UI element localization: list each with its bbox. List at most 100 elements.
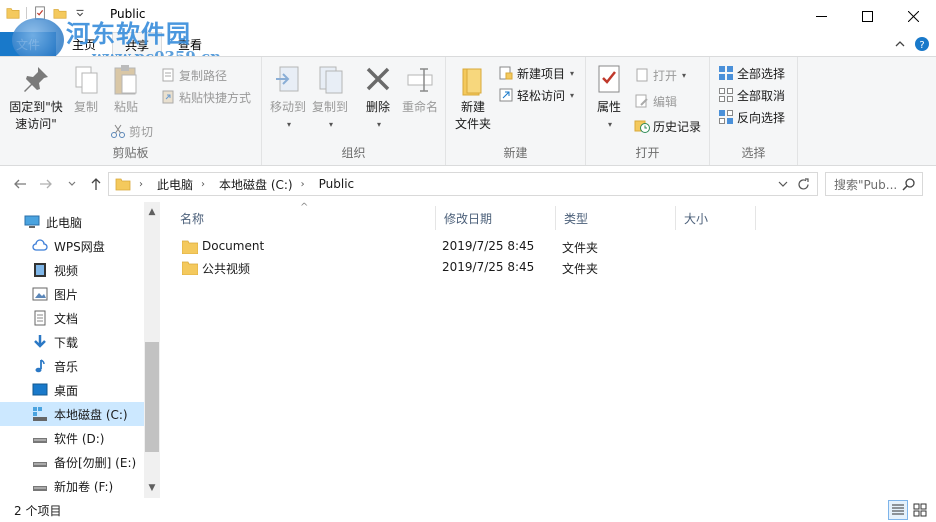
address-row: › 此电脑 › 本地磁盘 (C:) › Public 搜索"Pub...: [0, 166, 936, 202]
pin-icon: [24, 67, 48, 92]
up-button[interactable]: [86, 174, 106, 194]
open-label: 打开: [653, 68, 678, 83]
help-icon[interactable]: ?: [914, 36, 930, 52]
search-icon[interactable]: [902, 177, 916, 191]
file-modified: 2019/7/25 8:45: [442, 260, 535, 274]
history-button[interactable]: 历史记录: [634, 116, 701, 136]
breadcrumb-separator-icon[interactable]: ›: [201, 179, 205, 190]
collapse-ribbon-icon[interactable]: [892, 36, 908, 52]
invert-selection-icon: [719, 110, 733, 124]
copy-to-button[interactable]: 复制到 ▾: [308, 63, 352, 133]
properties-button[interactable]: 属性 ▾: [592, 63, 626, 133]
edit-button[interactable]: 编辑: [634, 91, 677, 111]
nav-item-pictures[interactable]: 图片: [0, 282, 144, 306]
maximize-button[interactable]: [844, 0, 890, 32]
large-icons-view-button[interactable]: [910, 500, 930, 520]
scrollbar-thumb[interactable]: [145, 342, 159, 452]
select-all-icon: [719, 66, 733, 80]
breadcrumb-drive-c[interactable]: 本地磁盘 (C:) ›: [219, 176, 313, 193]
video-icon: [34, 263, 46, 277]
pin-label-1: 固定到"快: [9, 100, 63, 114]
navigation-pane: 此电脑 WPS网盘 视频 图片 文档 下载 音乐 桌面 本地磁盘 (C:) 软件…: [0, 202, 160, 498]
scroll-up-icon[interactable]: ▲: [144, 204, 160, 220]
breadcrumb-separator-icon[interactable]: ›: [139, 179, 143, 190]
ribbon: 固定到"快 速访问" 复制 粘贴 复制路径 粘贴快捷方式 剪切 剪贴板 移动到: [0, 56, 936, 166]
nav-item-music[interactable]: 音乐: [0, 354, 144, 378]
new-folder-icon[interactable]: [53, 6, 67, 20]
column-header-modified[interactable]: 修改日期: [436, 206, 556, 230]
nav-pane-scrollbar[interactable]: ▲ ▼: [144, 202, 160, 498]
delete-button[interactable]: 删除 ▾: [360, 63, 396, 133]
breadcrumb-separator-icon[interactable]: ›: [301, 179, 305, 190]
close-button[interactable]: [890, 0, 936, 32]
column-header-type[interactable]: 类型: [556, 206, 676, 230]
tab-share[interactable]: 共享: [112, 32, 163, 56]
properties-icon: [598, 65, 620, 93]
address-bar[interactable]: › 此电脑 › 本地磁盘 (C:) › Public: [108, 172, 818, 196]
search-placeholder: 搜索"Pub...: [834, 177, 898, 192]
edit-label: 编辑: [653, 94, 678, 109]
paste-shortcut-button[interactable]: 粘贴快捷方式: [160, 87, 251, 107]
pin-to-quick-access-button[interactable]: 固定到"快 速访问": [6, 63, 66, 133]
new-folder-button[interactable]: 新建 文件夹: [452, 63, 494, 133]
refresh-button[interactable]: [792, 174, 814, 194]
copy-button[interactable]: 复制: [68, 63, 104, 116]
move-to-button[interactable]: 移动到 ▾: [266, 63, 310, 133]
details-view-button[interactable]: [888, 500, 908, 520]
search-input[interactable]: 搜索"Pub...: [825, 172, 923, 196]
paste-button[interactable]: 粘贴: [108, 63, 144, 116]
clipboard-group: 固定到"快 速访问" 复制 粘贴 复制路径 粘贴快捷方式 剪切 剪贴板: [0, 57, 262, 165]
file-type: 文件夹: [562, 241, 599, 255]
move-to-label: 移动到: [269, 100, 306, 114]
select-all-button[interactable]: 全部选择: [718, 63, 785, 83]
cut-button[interactable]: 剪切: [110, 121, 153, 141]
drive-icon: [33, 486, 47, 491]
select-none-button[interactable]: 全部取消: [718, 85, 785, 105]
nav-item-drive-e[interactable]: 备份[勿删] (E:): [0, 450, 144, 474]
chevron-down-icon: [778, 181, 788, 187]
nav-item-this-pc[interactable]: 此电脑: [0, 210, 144, 234]
column-header-name[interactable]: 名称: [172, 206, 436, 230]
invert-selection-button[interactable]: 反向选择: [718, 107, 785, 127]
nav-item-documents[interactable]: 文档: [0, 306, 144, 330]
customize-qat-icon[interactable]: [73, 6, 87, 20]
easy-access-button[interactable]: 轻松访问 ▾: [498, 85, 574, 105]
tab-home[interactable]: 主页: [60, 32, 108, 56]
edit-icon: [635, 94, 648, 108]
nav-item-drive-d[interactable]: 软件 (D:): [0, 426, 144, 450]
scroll-down-icon[interactable]: ▼: [144, 480, 160, 496]
folder-icon: [6, 8, 20, 19]
rename-button[interactable]: 重命名: [398, 63, 442, 116]
forward-button[interactable]: [36, 174, 56, 194]
minimize-button[interactable]: [798, 0, 844, 32]
svg-text:?: ?: [919, 40, 924, 51]
copy-path-button[interactable]: 复制路径: [160, 65, 227, 85]
tab-file[interactable]: 文件: [0, 32, 56, 56]
paste-label: 粘贴: [113, 100, 138, 114]
details-view-icon: [892, 504, 904, 515]
nav-item-drive-f[interactable]: 新加卷 (F:): [0, 474, 144, 498]
properties-icon[interactable]: [33, 6, 47, 20]
new-item-icon: [499, 66, 513, 80]
download-icon: [34, 335, 46, 348]
nav-item-videos[interactable]: 视频: [0, 258, 144, 282]
table-row[interactable]: 公共视频 2019/7/25 8:45 文件夹: [182, 257, 702, 278]
column-header-size[interactable]: 大小: [676, 206, 756, 230]
back-button[interactable]: [10, 174, 30, 194]
folder-icon: [182, 240, 198, 254]
breadcrumb-this-pc[interactable]: 此电脑 ›: [157, 176, 213, 193]
address-dropdown-button[interactable]: [772, 174, 794, 194]
table-row[interactable]: Document 2019/7/25 8:45 文件夹: [182, 236, 702, 257]
recent-locations-button[interactable]: [62, 174, 82, 194]
organize-group-label: 组织: [341, 146, 366, 160]
nav-item-wps-cloud[interactable]: WPS网盘: [0, 234, 144, 258]
nav-item-drive-c[interactable]: 本地磁盘 (C:): [0, 402, 144, 426]
nav-item-desktop[interactable]: 桌面: [0, 378, 144, 402]
drive-icon: [33, 462, 47, 467]
open-button[interactable]: 打开 ▾: [634, 65, 686, 85]
nav-item-downloads[interactable]: 下载: [0, 330, 144, 354]
new-item-button[interactable]: 新建项目 ▾: [498, 63, 574, 83]
item-count: 2 个项目: [14, 504, 62, 518]
breadcrumb-public[interactable]: Public: [319, 177, 355, 191]
tab-view[interactable]: 查看: [166, 32, 214, 56]
